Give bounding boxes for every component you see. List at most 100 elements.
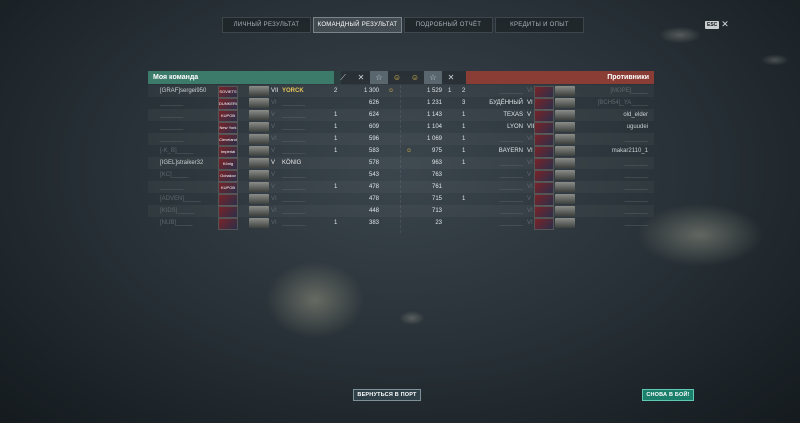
enemy-ship-name: _______ [499, 184, 523, 190]
enemy-planes-column-icon[interactable]: ✕ [442, 71, 460, 84]
enemy-ship-name: _______ [499, 172, 523, 178]
player-name[interactable]: _______ [160, 121, 183, 133]
enemy-ship-name: TEXAS [503, 112, 523, 118]
table-row[interactable]: _______ Cleveland VI _______ 1 596 1 069… [148, 133, 654, 146]
score-column-icon[interactable]: ☆ [370, 71, 388, 84]
table-row[interactable]: _______ DUNKERQUE VI _______ 626 1 231 3… [148, 97, 654, 110]
player-name[interactable]: _______ [160, 109, 183, 121]
player-name[interactable]: [IGEL]straiker32 [160, 157, 203, 169]
player-name[interactable]: [NUB]_____ [160, 217, 193, 229]
player-name[interactable]: [GRAF]sergei950 [160, 85, 206, 97]
ship-tier: VI [271, 196, 277, 202]
enemy-ship-name: _______ [499, 208, 523, 214]
player-name[interactable]: [-K_B]_____ [160, 145, 193, 157]
enemy-score-column-icon[interactable]: ☆ [424, 71, 442, 84]
enemy-score-value: 1 104 [426, 124, 442, 130]
table-row[interactable]: [IGEL]straiker32 König V KÖNIG 578 963 1… [148, 157, 654, 170]
ship-image-icon [249, 146, 269, 156]
enemy-ship-tier: VI [527, 100, 533, 106]
enemy-score-value: 1 143 [426, 112, 442, 118]
result-tabs: ЛИЧНЫЙ РЕЗУЛЬТАТ КОМАНДНЫЙ РЕЗУЛЬТАТ ПОД… [222, 17, 586, 33]
player-name[interactable]: _______ [160, 97, 183, 109]
enemy-player-name[interactable]: _______ [625, 181, 648, 193]
enemy-player-name[interactable]: _______ [625, 157, 648, 169]
ship-name: _______ [282, 112, 306, 118]
planes-column-icon[interactable]: ✕ [352, 71, 370, 84]
enemy-ship-name: _______ [499, 136, 523, 142]
score-value: 383 [368, 220, 379, 226]
ship-image-icon [249, 182, 269, 192]
enemy-player-name[interactable]: _______ [625, 133, 648, 145]
enemy-player-name[interactable]: makar2110_1 [612, 145, 648, 157]
enemy-player-name[interactable]: _______ [625, 193, 648, 205]
player-name[interactable]: _______ [160, 133, 183, 145]
enemy-ship-name: _______ [499, 160, 523, 166]
table-row[interactable]: [KC]_____ Ochakov V _______ 543 763 ____… [148, 169, 654, 182]
player-name[interactable]: _______ [160, 181, 183, 193]
enemy-ship-image-icon [555, 182, 575, 192]
enemy-player-name[interactable]: [BCH54]_YA_____ [598, 97, 648, 109]
tab-team-result[interactable]: КОМАНДНЫЙ РЕЗУЛЬТАТ [313, 17, 402, 33]
battle-again-button[interactable]: СНОВА В БОЙ! [642, 389, 694, 401]
kills-column-icon[interactable]: ⟋ [334, 71, 352, 84]
score-value: 596 [368, 136, 379, 142]
enemy-ship-flag-icon [534, 218, 554, 230]
enemy-player-name[interactable]: uguudei [627, 121, 648, 133]
enemy-ship-name: LYON [507, 124, 523, 130]
enemy-ship-name: _______ [499, 220, 523, 226]
table-row[interactable]: [KIDS]_____ VI _______ 448 713 _______ V… [148, 205, 654, 218]
enemy-compliment-column-icon[interactable]: ☺ [406, 71, 424, 84]
enemy-player-name[interactable]: _______ [625, 217, 648, 229]
close-area[interactable]: ESC ✕ [705, 19, 729, 30]
ship-name: _______ [282, 220, 306, 226]
ship-tier: V [271, 112, 276, 118]
ship-name: _______ [282, 208, 306, 214]
player-name[interactable]: [ADVEN]_____ [160, 193, 201, 205]
enemy-player-name[interactable]: _______ [625, 205, 648, 217]
enemy-ship-tier: VI [527, 88, 533, 94]
tab-credits-xp[interactable]: КРЕДИТЫ И ОПЫТ [495, 17, 584, 33]
enemy-ship-tier: VI [527, 160, 533, 166]
ship-name: _______ [282, 148, 306, 154]
table-row[interactable]: [NUB]_____ VI _______ 1 383 23 _______ V… [148, 217, 654, 230]
enemy-cap-count: 2 [462, 88, 466, 94]
enemy-ship-tier: VI [527, 148, 533, 154]
table-row[interactable]: _______ KUPOB V _______ 1 624 1 143 1 TE… [148, 109, 654, 122]
esc-key-hint: ESC [705, 20, 720, 29]
score-value: 624 [368, 112, 379, 118]
enemy-ship-image-icon [555, 194, 575, 204]
player-name[interactable]: [KC]_____ [160, 169, 188, 181]
enemy-cap-count: 1 [462, 160, 466, 166]
enemy-cap-count: 1 [462, 196, 466, 202]
table-row[interactable]: [GRAF]sergei950 SOVIETS VII YORCK 2 1 30… [148, 85, 654, 98]
enemy-ship-image-icon [555, 122, 575, 132]
enemy-player-name[interactable]: old_elder [623, 109, 648, 121]
enemy-player-name[interactable]: [MOPE]_____ [610, 85, 648, 97]
table-row[interactable]: _______ New York V _______ 1 609 1 104 1… [148, 121, 654, 134]
enemy-ship-tier: VI [527, 136, 533, 142]
player-name[interactable]: [KIDS]_____ [160, 205, 194, 217]
tab-personal-result[interactable]: ЛИЧНЫЙ РЕЗУЛЬТАТ [222, 17, 311, 33]
table-row[interactable]: [ADVEN]_____ VI _______ 478 715 1 ______… [148, 193, 654, 206]
table-row[interactable]: _______ KUPOB V _______ 1 478 761 ______… [148, 181, 654, 194]
score-value: 543 [368, 172, 379, 178]
enemy-team-header: Противники [466, 71, 654, 84]
my-team-header: Моя команда [148, 71, 341, 84]
table-row[interactable]: [-K_B]_____ Imperial V _______ 1 583 ☺ 9… [148, 145, 654, 158]
score-value: 478 [368, 184, 379, 190]
enemy-ship-image-icon [555, 146, 575, 156]
enemy-ship-image-icon [555, 98, 575, 108]
return-to-port-button[interactable]: ВЕРНУТЬСЯ В ПОРТ [353, 389, 421, 401]
compliment-icon: ☺ [388, 88, 395, 94]
ship-name: _______ [282, 184, 306, 190]
enemy-ship-tier: V [527, 172, 532, 178]
ship-name: _______ [282, 100, 306, 106]
score-value: 1 300 [363, 88, 379, 94]
compliment-column-icon[interactable]: ☺ [388, 71, 406, 84]
close-icon[interactable]: ✕ [721, 19, 729, 30]
enemy-kills-count: 1 [448, 88, 452, 94]
enemy-player-name[interactable]: _______ [625, 169, 648, 181]
ship-name: KÖNIG [282, 160, 302, 166]
kills-count: 1 [334, 148, 338, 154]
tab-detailed-report[interactable]: ПОДРОБНЫЙ ОТЧЁТ [404, 17, 493, 33]
